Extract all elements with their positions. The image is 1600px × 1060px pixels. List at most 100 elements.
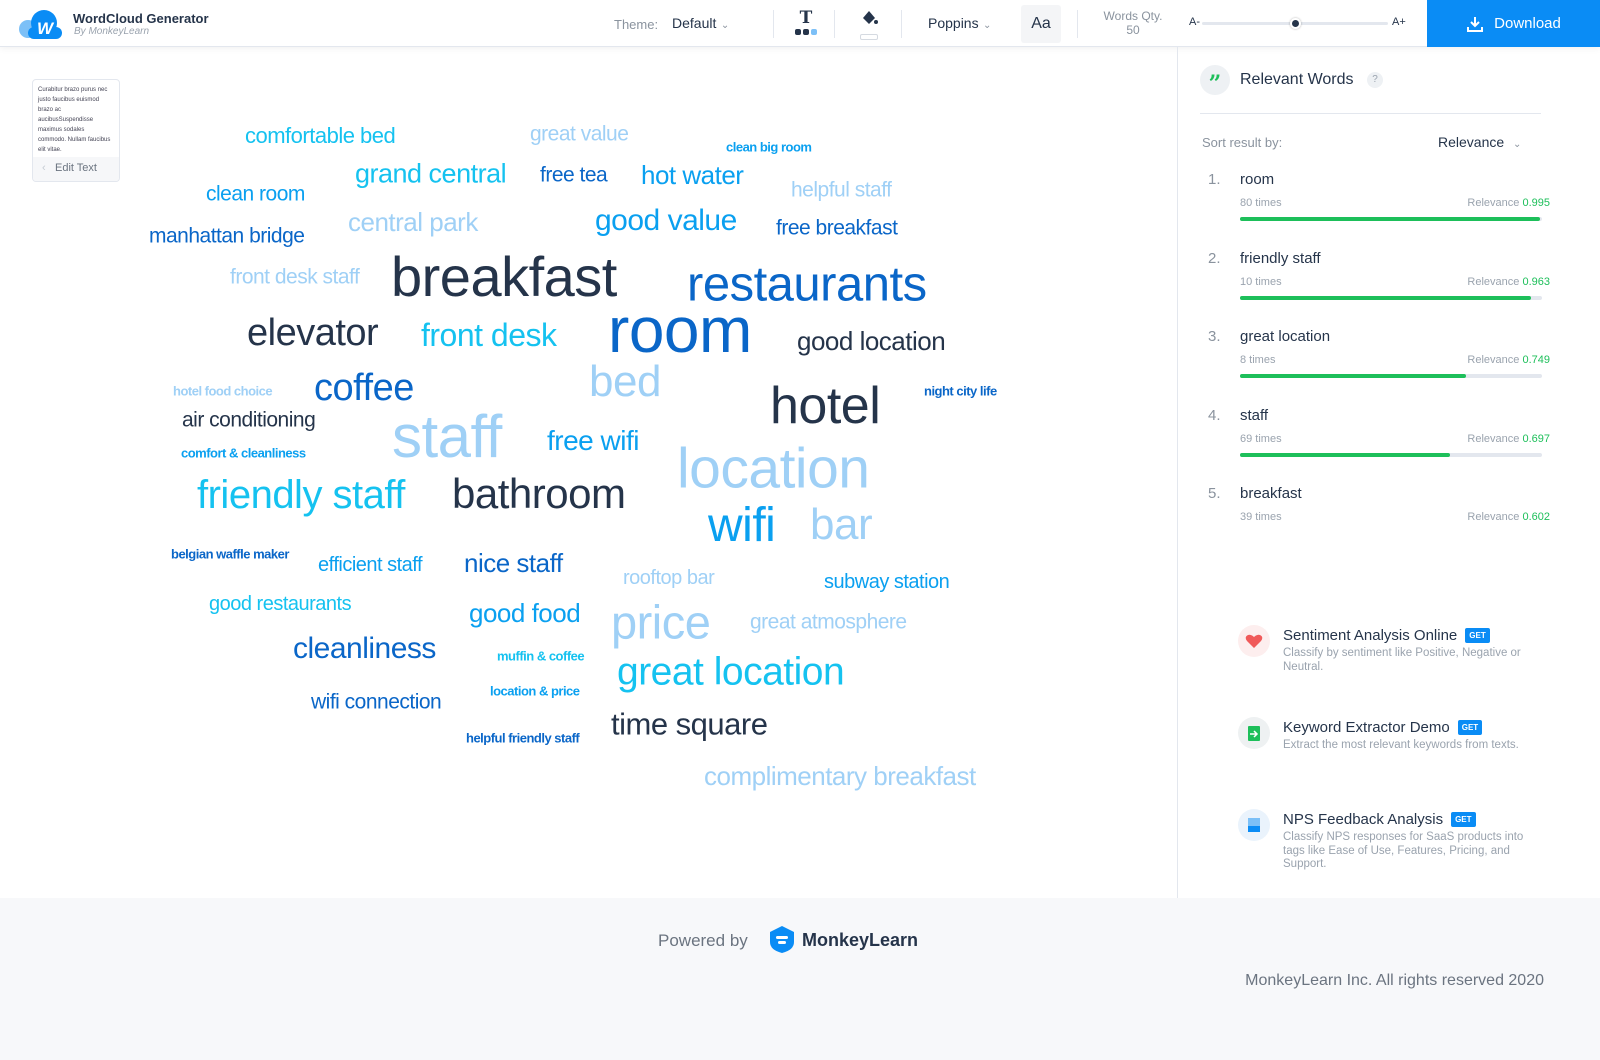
cloud-word[interactable]: elevator (247, 314, 379, 352)
words-qty-value: 50 (1126, 23, 1140, 37)
cloud-word[interactable]: good location (797, 328, 946, 354)
cloud-word[interactable]: staff (392, 407, 502, 467)
cloud-word[interactable]: wifi (708, 502, 776, 550)
relevance-label: Relevance (1467, 354, 1520, 366)
download-label: Download (1494, 15, 1561, 32)
cloud-word[interactable]: efficient staff (318, 555, 423, 575)
brand-name[interactable]: MonkeyLearn (802, 930, 918, 951)
cloud-word[interactable]: manhattan bridge (149, 226, 305, 247)
monkeylearn-logo-icon (770, 926, 794, 953)
cloud-word[interactable]: front desk (421, 319, 557, 351)
sort-select[interactable]: Relevance ⌄ (1438, 134, 1521, 152)
cloud-word[interactable]: hotel food choice (173, 385, 273, 398)
divider (834, 10, 835, 38)
app-subtitle: By MonkeyLearn (74, 26, 150, 37)
cloud-word[interactable]: comfort & cleanliness (181, 447, 306, 460)
bg-color-swatch (860, 34, 878, 40)
cloud-word[interactable]: free breakfast (776, 218, 898, 239)
help-icon[interactable]: ? (1367, 72, 1383, 88)
cloud-word[interactable]: central park (348, 209, 478, 235)
sort-label: Sort result by: (1202, 135, 1283, 150)
cloud-word[interactable]: location (677, 440, 870, 498)
cloud-word[interactable]: hot water (641, 162, 744, 188)
cloud-word[interactable]: hotel (770, 380, 881, 432)
cloud-word[interactable]: clean room (206, 184, 305, 205)
divider (901, 10, 902, 38)
svg-text:W: W (37, 19, 55, 38)
cloud-word[interactable]: time square (611, 709, 768, 740)
relevance-bar (1240, 374, 1542, 378)
cloud-word[interactable]: friendly staff (197, 475, 405, 515)
text-color-button[interactable]: T (794, 9, 818, 37)
cloud-word[interactable]: comfortable bed (245, 125, 396, 147)
cloud-word[interactable]: air conditioning (182, 410, 316, 431)
cloud-word[interactable]: coffee (314, 369, 414, 407)
cloud-word[interactable]: subway station (824, 572, 950, 592)
quote-icon: ” (1200, 65, 1230, 97)
cloud-word[interactable]: helpful friendly staff (466, 732, 580, 745)
result-times: 39 times (1240, 511, 1282, 523)
get-badge[interactable]: GET (1465, 628, 1490, 643)
cloud-word[interactable]: great atmosphere (750, 612, 907, 633)
slider-handle[interactable] (1290, 18, 1301, 29)
cloud-word[interactable]: cleanliness (293, 634, 436, 664)
cloud-word[interactable]: free wifi (547, 427, 639, 455)
divider (1200, 113, 1541, 114)
relevance-bar (1240, 217, 1542, 221)
relevance-value: 0.602 (1522, 511, 1550, 523)
result-word: breakfast (1240, 485, 1302, 502)
cloud-word[interactable]: clean big room (726, 141, 812, 154)
cloud-word[interactable]: front desk staff (230, 267, 360, 288)
background-color-button[interactable] (858, 9, 880, 40)
result-times: 80 times (1240, 197, 1282, 209)
cloud-word[interactable]: bed (589, 360, 661, 404)
cloud-word[interactable]: bathroom (452, 473, 626, 515)
cloud-word[interactable]: good restaurants (209, 594, 352, 614)
cloud-word[interactable]: location & price (490, 685, 580, 698)
cloud-word[interactable]: helpful staff (791, 180, 892, 201)
cloud-word[interactable]: room (608, 298, 752, 362)
result-word: staff (1240, 406, 1269, 424)
cloud-word[interactable]: price (611, 599, 711, 646)
get-badge[interactable]: GET (1457, 720, 1483, 735)
result-rank: 3. (1208, 328, 1221, 345)
cloud-word[interactable]: great location (617, 653, 845, 692)
promo-title: Keyword Extractor Demo (1283, 719, 1450, 736)
cloud-word[interactable]: nice staff (464, 550, 563, 576)
relevance-bar (1240, 295, 1542, 300)
cloud-word[interactable]: belgian waffle maker (171, 548, 289, 561)
cloud-word[interactable]: bar (810, 503, 873, 547)
relevance-bar-fill (1240, 217, 1541, 221)
cloud-word[interactable]: muffin & coffee (497, 650, 585, 663)
cloud-word[interactable]: wifi connection (311, 692, 442, 713)
cloud-word[interactable]: breakfast (391, 249, 617, 305)
cloud-word[interactable]: great value (530, 124, 629, 145)
edit-text-button[interactable]: ‹ Edit Text (33, 157, 119, 181)
cloud-word[interactable]: good food (469, 600, 581, 626)
get-badge[interactable]: GET (1451, 812, 1476, 827)
paint-bucket-icon (863, 11, 878, 24)
palette-dots-icon (794, 29, 818, 35)
cloud-word[interactable]: complimentary breakfast (704, 763, 976, 789)
theme-select[interactable]: Default ⌄ (672, 15, 729, 33)
powered-by-label: Powered by (658, 931, 748, 950)
cloud-word[interactable]: night city life (924, 385, 997, 398)
download-button[interactable]: Download (1427, 0, 1600, 47)
cloud-word[interactable]: rooftop bar (623, 568, 715, 588)
relevance-label: Relevance (1467, 275, 1520, 288)
cloud-word[interactable]: good value (595, 206, 737, 236)
words-qty-label: Words Qty. (1103, 9, 1163, 23)
panel-title: Relevant Words (1240, 71, 1354, 88)
promo-description: Classify NPS responses for SaaS products… (1283, 831, 1524, 870)
text-preview: Curabitur brazo purus nec justo faucibus… (38, 87, 111, 153)
font-select[interactable]: Poppins ⌄ (928, 15, 991, 33)
cloud-word[interactable]: free tea (540, 165, 608, 186)
result-relevance: Relevance 0.697 (1467, 433, 1550, 445)
edit-text-card[interactable]: Curabitur brazo purus nec justo faucibus… (32, 79, 120, 182)
relevance-value: 0.749 (1522, 354, 1550, 366)
words-qty[interactable]: Words Qty. 50 (1098, 9, 1168, 37)
cloud-word[interactable]: grand central (355, 160, 507, 188)
relevance-bar (1240, 452, 1542, 457)
text-case-button[interactable]: Aa (1021, 5, 1061, 43)
relevance-bar-fill (1240, 452, 1451, 457)
